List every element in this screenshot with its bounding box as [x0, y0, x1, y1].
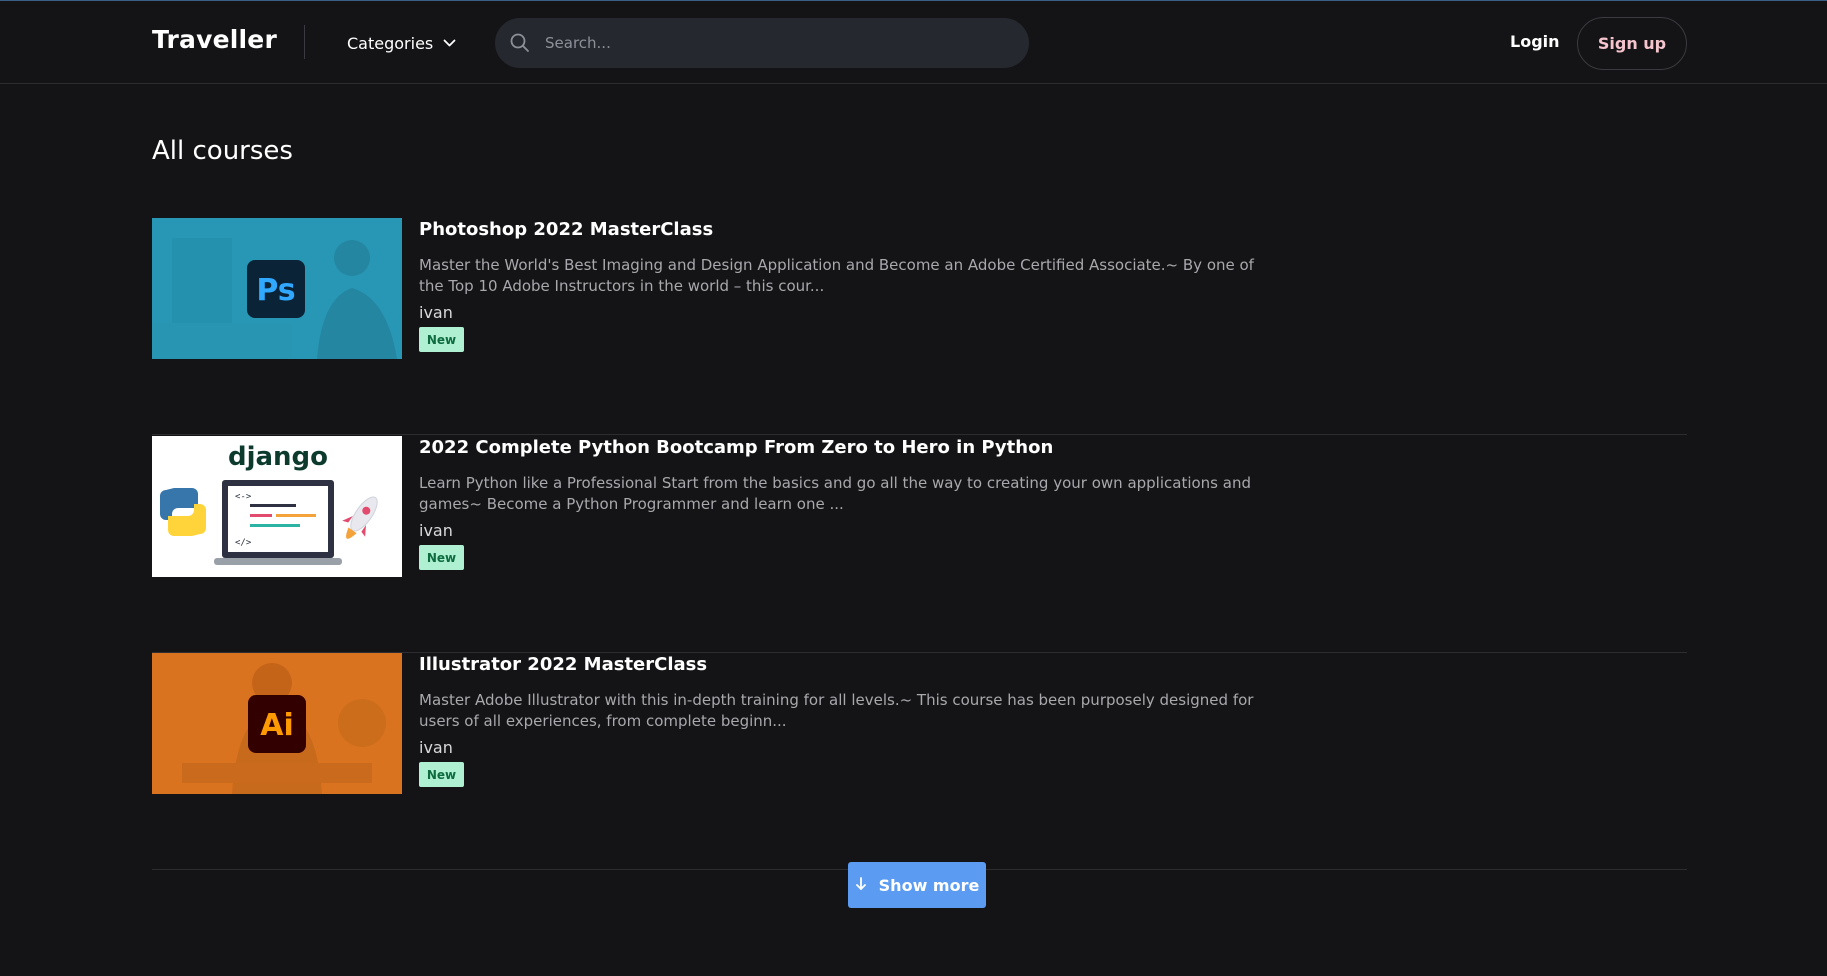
course-author: ivan [419, 521, 453, 540]
chevron-down-icon [443, 39, 456, 46]
course-description: Master the World's Best Imaging and Desi… [419, 256, 1254, 295]
python-thumbnail-image: django <-> </> [152, 436, 402, 577]
arrow-down-icon [855, 877, 866, 890]
brand-logo[interactable]: Traveller [152, 25, 277, 54]
photoshop-logo-text: Ps [256, 273, 295, 308]
laptop-code-illustration: <-> </> [214, 480, 342, 565]
search-bar [495, 18, 1029, 68]
course-thumbnail[interactable]: Ps [152, 218, 402, 359]
course-item: Ai Illustrator 2022 MasterClass Master A… [152, 653, 1687, 870]
illustrator-thumbnail-image: Ai [152, 653, 402, 794]
nav-divider [304, 25, 305, 59]
navbar: Traveller Categories Login Sign up [0, 1, 1827, 84]
django-logo-text: django [228, 442, 328, 472]
course-item: Ps Photoshop 2022 MasterClass Master the… [152, 218, 1687, 435]
new-badge: New [419, 762, 464, 787]
photoshop-thumbnail-image: Ps [152, 218, 402, 359]
categories-label: Categories [347, 33, 434, 53]
course-title[interactable]: Illustrator 2022 MasterClass [419, 654, 707, 675]
course-title[interactable]: 2022 Complete Python Bootcamp From Zero … [419, 437, 1053, 458]
illustrator-logo-text: Ai [260, 708, 294, 743]
show-more-label: Show more [878, 875, 980, 895]
svg-text:<->: <-> [235, 492, 252, 502]
course-title[interactable]: Photoshop 2022 MasterClass [419, 219, 713, 240]
new-badge: New [419, 327, 464, 352]
search-icon [510, 33, 529, 52]
categories-dropdown[interactable]: Categories [347, 31, 456, 55]
login-button[interactable]: Login [1510, 32, 1560, 51]
svg-text:</>: </> [235, 538, 252, 548]
course-author: ivan [419, 738, 453, 757]
show-more-button[interactable]: Show more [848, 862, 986, 908]
course-item: django <-> </> 2022 Complete Python Boot… [152, 436, 1687, 653]
course-thumbnail[interactable]: django <-> </> [152, 436, 402, 577]
search-input[interactable] [543, 18, 1013, 68]
course-thumbnail[interactable]: Ai [152, 653, 402, 794]
course-description: Learn Python like a Professional Start f… [419, 474, 1251, 513]
signup-button[interactable]: Sign up [1577, 17, 1687, 70]
course-description: Master Adobe Illustrator with this in-de… [419, 691, 1254, 730]
page-title: All courses [152, 136, 293, 166]
course-author: ivan [419, 303, 453, 322]
new-badge: New [419, 545, 464, 570]
